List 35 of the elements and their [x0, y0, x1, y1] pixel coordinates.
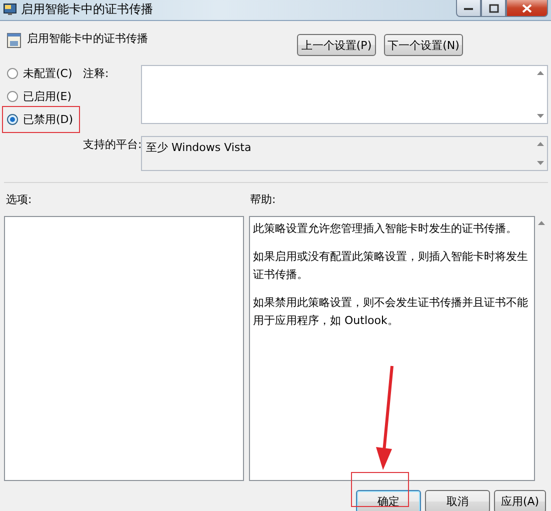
minimize-button[interactable] — [456, 0, 481, 17]
radio-label[interactable]: 已启用(E) — [23, 89, 72, 104]
radio-label[interactable]: 未配置(C) — [23, 66, 72, 81]
maximize-button[interactable] — [481, 0, 506, 17]
field-label: 支持的平台: — [83, 136, 141, 152]
section-label: 帮助: — [250, 192, 276, 207]
policy-title: 启用智能卡中的证书传播 — [27, 31, 149, 46]
app-icon — [3, 3, 17, 16]
scroll-down-icon — [537, 114, 544, 118]
help-text: 如果启用或没有配置此策略设置，则插入智能卡时将发生证书传播。 — [253, 249, 529, 283]
maximize-icon — [488, 4, 498, 12]
close-button[interactable] — [506, 0, 548, 17]
dialog-button[interactable]: 取消 — [425, 490, 490, 511]
help-text: 此策略设置允许您管理插入智能卡时发生的证书传播。 — [253, 221, 518, 237]
scroll-up-icon — [537, 142, 544, 146]
window-title: 启用智能卡中的证书传播 — [21, 1, 154, 18]
scroll-up-icon — [537, 71, 544, 75]
section-label: 选项: — [5, 192, 33, 207]
nav-button[interactable]: 下一个设置(N) — [384, 34, 463, 56]
field-label: 注释: — [83, 66, 110, 82]
help-text: 如果禁用此策略设置，则不会发生证书传播并且证书不能用于应用程序，如 Outlook。 — [253, 295, 529, 329]
dialog-button[interactable]: 应用(A) — [494, 490, 546, 511]
nav-button[interactable]: 上一个设置(P) — [297, 34, 376, 56]
close-icon — [522, 4, 532, 12]
setting-icon — [7, 33, 21, 48]
radio-button[interactable] — [7, 114, 18, 125]
scroll-down-icon — [537, 160, 544, 164]
radio-button[interactable] — [7, 68, 18, 79]
radio-label[interactable]: 已禁用(D) — [23, 112, 74, 127]
scroll-up-icon — [538, 221, 545, 225]
radio-button[interactable] — [7, 91, 18, 102]
minimize-icon — [464, 6, 473, 10]
comment-field[interactable] — [141, 65, 548, 124]
highlight-box — [351, 472, 409, 507]
platform-field: 至少 Windows Vista — [141, 136, 548, 170]
